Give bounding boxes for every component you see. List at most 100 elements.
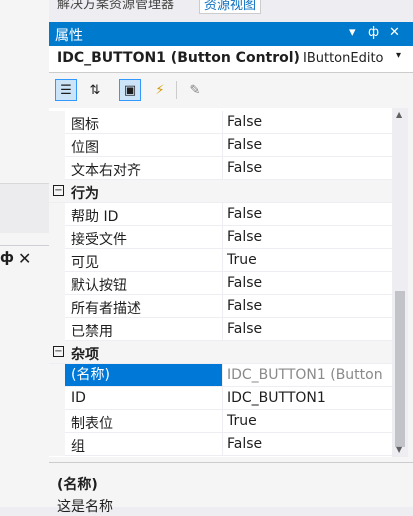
- property-value[interactable]: False: [227, 321, 262, 337]
- pin-icon[interactable]: ф: [0, 250, 14, 266]
- properties-icon[interactable]: ▣: [119, 79, 141, 101]
- property-row[interactable]: (名称) IDC_BUTTON1 (Button: [49, 364, 392, 387]
- property-name: 组: [71, 439, 85, 455]
- row-gutter: [49, 272, 65, 295]
- column-divider: [222, 272, 223, 295]
- events-icon[interactable]: ⚡: [149, 79, 171, 101]
- tab-resource-view[interactable]: 资源视图: [199, 0, 262, 14]
- property-name: (名称): [65, 364, 222, 386]
- property-value[interactable]: False: [227, 436, 262, 452]
- property-row[interactable]: 位图 False: [49, 134, 392, 157]
- description-pane: (名称) 这是名称: [49, 462, 413, 515]
- property-pages-icon[interactable]: ✎: [184, 79, 206, 101]
- property-row[interactable]: 已禁用 False: [49, 318, 392, 341]
- row-gutter: [49, 226, 65, 249]
- scroll-up-icon[interactable]: ▲: [396, 110, 402, 119]
- property-row[interactable]: 所有者描述 False: [49, 295, 392, 318]
- object-type: IButtonEdito: [303, 51, 384, 66]
- property-name: 位图: [71, 140, 99, 156]
- properties-toolbar: ☰ ⇅ ▣ ⚡ ✎: [49, 73, 413, 107]
- row-gutter: [49, 249, 65, 272]
- property-name: 默认按钮: [71, 278, 127, 294]
- row-gutter: [49, 134, 65, 157]
- categorized-icon[interactable]: ☰: [55, 79, 77, 101]
- chevron-down-icon[interactable]: ▾: [396, 50, 401, 61]
- properties-panel: 属性 ▾ ф ✕ IDC_BUTTON1 (Button Control) IB…: [49, 22, 413, 515]
- row-gutter: [49, 410, 65, 433]
- property-value[interactable]: False: [227, 229, 262, 245]
- property-name: 接受文件: [71, 232, 127, 248]
- property-value[interactable]: False: [227, 275, 262, 291]
- property-value[interactable]: IDC_BUTTON1: [227, 390, 326, 406]
- column-divider: [222, 387, 223, 410]
- property-row[interactable]: 帮助 ID False: [49, 203, 392, 226]
- column-divider: [222, 318, 223, 341]
- property-name: 所有者描述: [71, 301, 141, 317]
- category-row[interactable]: − 杂项: [49, 341, 392, 364]
- tab-solution-explorer[interactable]: 解决方案资源管理器: [57, 0, 174, 12]
- row-gutter: [49, 111, 65, 134]
- left-pane-separator: [0, 245, 49, 246]
- property-name: 帮助 ID: [71, 209, 119, 225]
- property-value[interactable]: True: [227, 413, 257, 429]
- property-row[interactable]: 可见 True: [49, 249, 392, 272]
- description-title: (名称): [57, 477, 98, 493]
- property-name: 可见: [71, 255, 99, 271]
- category-row[interactable]: − 行为: [49, 180, 392, 203]
- left-pane-band: [0, 183, 49, 233]
- left-pane: ф ✕: [0, 0, 49, 507]
- row-gutter: [49, 364, 65, 387]
- property-value[interactable]: True: [227, 252, 257, 268]
- property-name: 已禁用: [71, 324, 113, 340]
- scroll-down-icon[interactable]: ▼: [396, 445, 402, 454]
- object-selector[interactable]: IDC_BUTTON1 (Button Control) IButtonEdit…: [49, 46, 413, 73]
- row-gutter: [49, 295, 65, 318]
- column-divider: [222, 295, 223, 318]
- close-icon[interactable]: ✕: [389, 25, 400, 40]
- property-value[interactable]: IDC_BUTTON1 (Button: [227, 367, 383, 383]
- collapse-icon[interactable]: −: [53, 346, 64, 357]
- property-row[interactable]: 组 False: [49, 433, 392, 456]
- row-gutter: [49, 318, 65, 341]
- dropdown-icon[interactable]: ▾: [349, 25, 356, 40]
- panel-titlebar: 属性 ▾ ф ✕: [49, 22, 413, 46]
- row-gutter: [49, 157, 65, 180]
- row-gutter: [49, 387, 65, 410]
- property-row[interactable]: 制表位 True: [49, 410, 392, 433]
- property-row[interactable]: 接受文件 False: [49, 226, 392, 249]
- column-divider: [222, 226, 223, 249]
- property-grid: 图标 False 位图 False 文本右对齐 False − 行为 帮助 ID False 接受文…: [49, 108, 392, 457]
- column-divider: [222, 157, 223, 180]
- category-label: 行为: [71, 186, 99, 202]
- column-divider: [222, 134, 223, 157]
- property-row[interactable]: 文本右对齐 False: [49, 157, 392, 180]
- object-name: IDC_BUTTON1 (Button Control): [57, 50, 300, 66]
- scrollbar-thumb[interactable]: [395, 291, 405, 447]
- column-divider: [222, 410, 223, 433]
- close-icon[interactable]: ✕: [18, 249, 31, 268]
- property-name: ID: [71, 390, 86, 406]
- property-row[interactable]: 图标 False: [49, 111, 392, 134]
- category-label: 杂项: [71, 347, 99, 363]
- column-divider: [222, 433, 223, 456]
- column-divider: [222, 203, 223, 226]
- property-row[interactable]: 默认按钮 False: [49, 272, 392, 295]
- property-value[interactable]: False: [227, 298, 262, 314]
- top-tabs: 解决方案资源管理器 资源视图: [49, 0, 413, 22]
- toolbar-separator: [176, 81, 177, 99]
- property-value[interactable]: False: [227, 206, 262, 222]
- panel-title: 属性: [55, 28, 83, 44]
- property-value[interactable]: False: [227, 160, 262, 176]
- vertical-scrollbar[interactable]: ▲ ▼: [392, 108, 408, 457]
- pin-icon[interactable]: ф: [368, 25, 379, 40]
- property-name: 文本右对齐: [71, 163, 141, 179]
- alphabetical-icon[interactable]: ⇅: [84, 79, 106, 101]
- property-row[interactable]: ID IDC_BUTTON1: [49, 387, 392, 410]
- column-divider: [222, 364, 223, 387]
- property-value[interactable]: False: [227, 137, 262, 153]
- collapse-icon[interactable]: −: [53, 185, 64, 196]
- property-name: 图标: [71, 117, 99, 133]
- row-gutter: [49, 203, 65, 226]
- column-divider: [222, 111, 223, 134]
- property-value[interactable]: False: [227, 114, 262, 130]
